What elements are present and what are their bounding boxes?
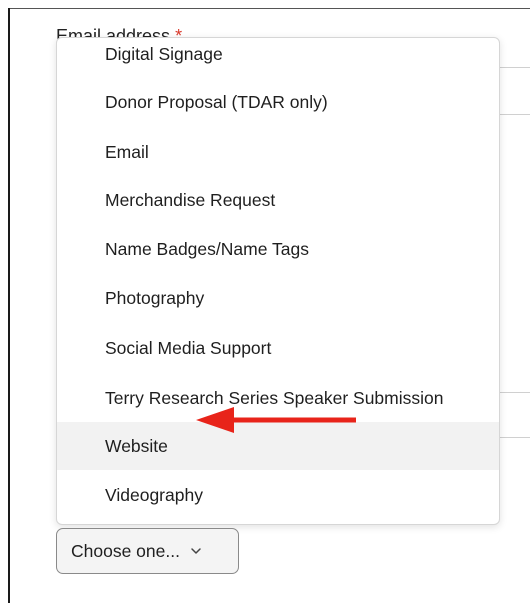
dropdown-option-merchandise-request[interactable]: Merchandise Request [57, 176, 499, 224]
select-value: Choose one... [71, 540, 180, 561]
dropdown-option-social-media-support[interactable]: Social Media Support [57, 324, 499, 372]
page: Email address * Digital Signage Donor Pr… [0, 0, 530, 603]
dropdown-option-email[interactable]: Email [57, 128, 499, 176]
dropdown-option-donor-proposal[interactable]: Donor Proposal (TDAR only) [57, 78, 499, 126]
background-input-edge [500, 437, 530, 438]
background-input-edge [500, 114, 530, 115]
dropdown-option-videography[interactable]: Videography [57, 471, 499, 519]
background-input-edge [500, 67, 530, 68]
page-top-border [8, 8, 530, 9]
choose-one-select[interactable]: Choose one... [56, 528, 239, 574]
dropdown-option-name-badges[interactable]: Name Badges/Name Tags [57, 225, 499, 273]
dropdown-option-photography[interactable]: Photography [57, 274, 499, 322]
dropdown-option-digital-signage[interactable]: Digital Signage [57, 38, 499, 78]
red-arrow-left-icon [196, 407, 356, 433]
chevron-down-icon [191, 548, 201, 554]
background-input-edge [500, 392, 530, 393]
dropdown-menu[interactable]: Digital Signage Donor Proposal (TDAR onl… [56, 37, 500, 525]
page-left-border [8, 8, 10, 603]
